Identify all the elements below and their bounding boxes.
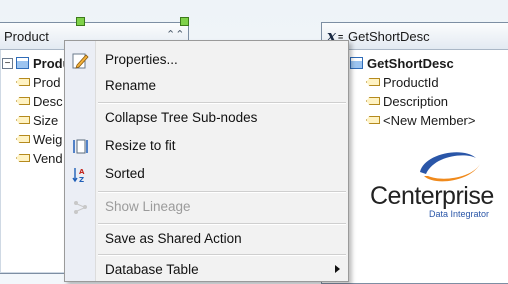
lineage-icon (74, 201, 87, 214)
resize-to-fit-icon (73, 139, 88, 154)
field-label: Weig (33, 131, 63, 147)
properties-pencil-icon (72, 53, 89, 69)
field-label: Description (383, 93, 449, 109)
field-row[interactable]: Desc (16, 92, 63, 110)
centerprise-logo-icon (420, 152, 480, 182)
menu-item-properties[interactable]: Properties... (65, 47, 348, 73)
field-row[interactable]: <New Member> (366, 111, 475, 129)
field-label: Size (33, 112, 59, 128)
field-icon (16, 78, 30, 86)
menu-item-label: Show Lineage (105, 199, 191, 214)
sort-az-icon: A Z (72, 168, 85, 183)
tree-root[interactable]: − GetShortDesc (336, 54, 454, 72)
resize-handle[interactable] (180, 17, 189, 26)
field-row[interactable]: Description (366, 92, 448, 110)
field-label: <New Member> (383, 112, 476, 128)
menu-item-rename[interactable]: Rename (65, 73, 348, 99)
table-icon (350, 57, 363, 69)
field-label: Prod (33, 74, 61, 90)
menu-item-label: Collapse Tree Sub-nodes (105, 110, 258, 125)
field-label: Desc (33, 93, 63, 109)
field-icon (366, 97, 380, 105)
submenu-arrow-icon (335, 265, 340, 273)
logo-wordmark: Centerprise (370, 182, 494, 210)
field-icon (16, 116, 30, 124)
collapse-toggle-icon[interactable]: − (2, 57, 13, 69)
menu-item-label: Sorted (105, 166, 145, 181)
node-header[interactable]: x = GetShortDesc (322, 23, 508, 50)
svg-text:Z: Z (79, 176, 84, 183)
node-title: GetShortDesc (348, 29, 430, 44)
menu-item-sorted[interactable]: A Z Sorted (65, 161, 348, 187)
tree-root-label: GetShortDesc (367, 55, 454, 71)
field-icon (16, 154, 30, 162)
menu-item-label: Rename (105, 78, 157, 93)
menu-item-show-lineage[interactable]: Show Lineage (65, 194, 348, 220)
field-row[interactable]: Weig (16, 130, 62, 148)
menu-separator (98, 254, 346, 256)
field-icon (16, 97, 30, 105)
field-icon (366, 116, 380, 124)
menu-item-resize-to-fit[interactable]: Resize to fit (65, 133, 348, 159)
resize-handle[interactable] (76, 17, 85, 26)
svg-text:A: A (79, 168, 85, 176)
menu-separator (98, 102, 346, 104)
node-title: Product (4, 29, 49, 44)
menu-item-database-table[interactable]: Database Table (65, 257, 348, 283)
field-row[interactable]: Vend (16, 149, 63, 167)
field-label: ProductId (383, 74, 439, 90)
menu-separator (98, 223, 346, 225)
table-icon (16, 57, 29, 69)
field-label: Vend (33, 150, 63, 166)
field-icon (366, 78, 380, 86)
menu-item-label: Resize to fit (105, 138, 176, 153)
menu-item-collapse-tree[interactable]: Collapse Tree Sub-nodes (65, 105, 348, 131)
menu-separator (98, 191, 346, 193)
field-row[interactable]: Prod (16, 73, 60, 91)
field-row[interactable]: Size (16, 111, 58, 129)
context-menu: Properties... Rename Collapse Tree Sub-n… (64, 40, 349, 282)
field-row[interactable]: ProductId (366, 73, 439, 91)
menu-item-label: Properties... (105, 52, 178, 67)
field-icon (16, 135, 30, 143)
logo-subtitle: Data Integrator (429, 209, 490, 219)
menu-item-save-shared-action[interactable]: Save as Shared Action (65, 226, 348, 252)
menu-item-label: Save as Shared Action (105, 231, 242, 246)
